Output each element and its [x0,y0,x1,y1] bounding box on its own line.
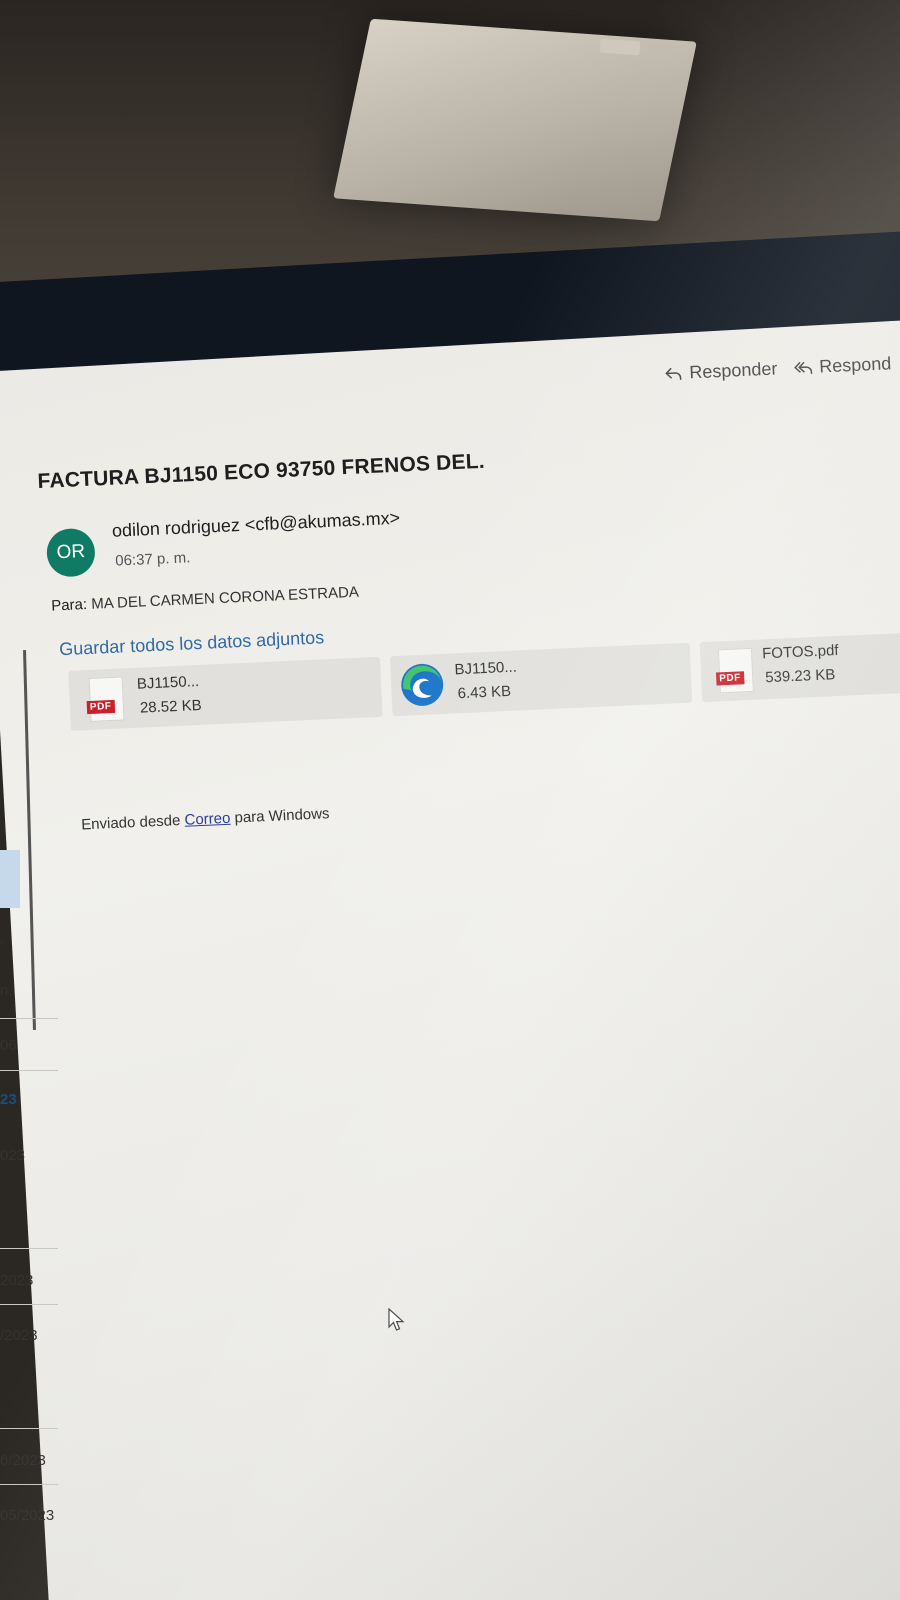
list-item[interactable]: 06 [0,1037,17,1054]
sender-name[interactable]: odilon rodriguez <cfb@akumas.mx> [111,508,400,542]
list-item[interactable]: . [0,930,4,947]
reply-button[interactable]: Responder [663,358,778,384]
mail-app-link[interactable]: Correo [184,810,231,829]
signature-prefix: Enviado desde [80,811,181,834]
list-item[interactable]: 23 [0,1091,17,1108]
signature-suffix: para Windows [234,805,330,827]
save-all-attachments-link[interactable]: Guardar todos los datos adjuntos [59,627,325,660]
email-subject: FACTURA BJ1150 ECO 93750 FRENOS DEL. [37,449,486,494]
recipient-line: Para: MA DEL CARMEN CORONA ESTRADA [51,584,359,615]
attachment-size: 539.23 KB [764,666,836,687]
reply-all-button[interactable]: Respond [793,353,892,378]
avatar: OR [45,527,96,578]
photo-stage: . n. 06 23 023 2023 /2023 6/2023 05/2023… [0,0,900,1600]
email-body-signature: Enviado desde Correo para Windows [81,805,330,833]
attachment-name: BJ1150... [136,672,200,693]
attachment-size: 6.43 KB [457,682,512,703]
to-label: Para: [50,595,88,615]
list-item[interactable]: 023 [0,1147,25,1164]
attachment-card[interactable]: PDF BJ1150... 28.52 KB [68,656,383,731]
attachment-card[interactable]: BJ1150... 6.43 KB [389,642,693,717]
reply-all-icon [794,361,813,374]
pdf-icon: PDF [86,676,125,722]
list-item[interactable]: /2023 [0,1327,38,1344]
reply-label: Responder [688,358,778,383]
attachment-size: 28.52 KB [139,696,203,717]
attachment-card[interactable]: PDF FOTOS.pdf 539.23 KB [699,631,900,703]
mouse-cursor-icon [388,1308,405,1331]
avatar-initials: OR [56,541,86,564]
attachment-name: BJ1150... [454,658,518,679]
list-item[interactable]: 6/2023 [0,1452,46,1469]
list-item[interactable]: 2023 [0,1272,33,1289]
pdf-icon: PDF [715,647,754,694]
reply-all-label: Respond [818,353,892,377]
edge-browser-icon [398,661,446,714]
reply-icon [665,367,682,380]
attachment-name: FOTOS.pdf [761,641,839,663]
list-item[interactable]: n. [0,982,13,999]
recipient-name[interactable]: MA DEL CARMEN CORONA ESTRADA [91,584,359,613]
reading-pane: Responder Respond FACTURA BJ1150 ECO 937… [0,0,900,1600]
received-time: 06:37 p. m. [114,549,191,570]
